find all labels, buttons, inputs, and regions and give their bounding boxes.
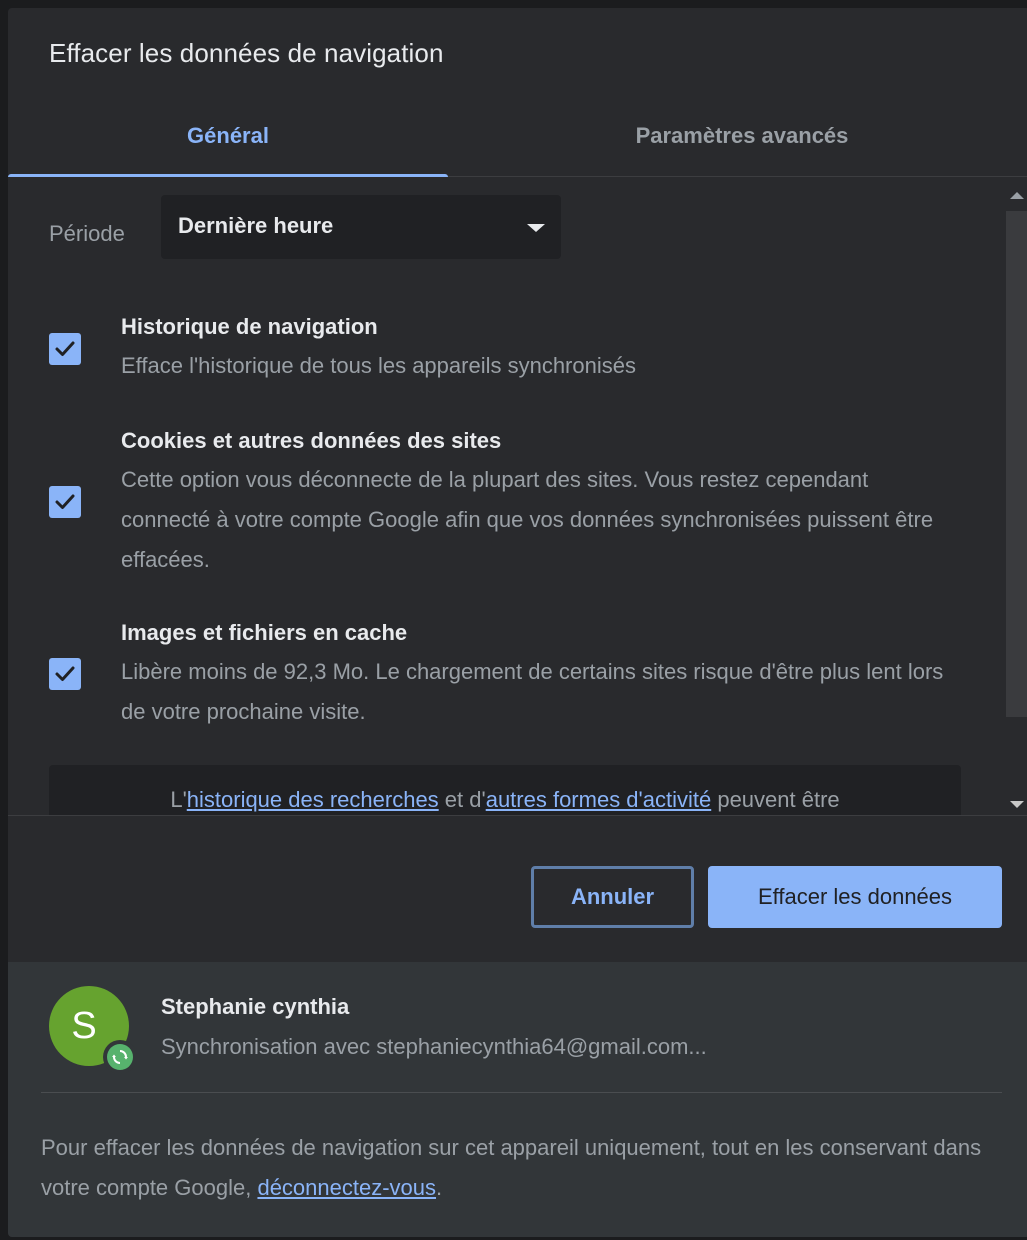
info-text: L'historique des recherches et d'autres … — [49, 787, 961, 813]
other-activity-link[interactable]: autres formes d'activité — [486, 787, 712, 812]
tab-bar: Général Paramètres avancés — [8, 110, 1027, 177]
option-description: Efface l'historique de tous les appareil… — [121, 353, 636, 378]
options-scroll-area[interactable]: Période Dernière heure Historique de nav… — [8, 177, 1027, 816]
cancel-button[interactable]: Annuler — [531, 866, 694, 928]
info-middle: et d' — [438, 787, 486, 812]
period-value: Dernière heure — [178, 213, 334, 238]
scroll-down-arrow-icon[interactable] — [1010, 801, 1024, 808]
sign-out-note-suffix: . — [436, 1175, 443, 1200]
search-activity-info-box: L'historique des recherches et d'autres … — [49, 765, 961, 815]
scrollbar-thumb[interactable] — [1006, 211, 1027, 717]
search-history-link[interactable]: historique des recherches — [187, 787, 439, 812]
option-description: Libère moins de 92,3 Mo. Le chargement d… — [121, 659, 944, 724]
option-description: Cette option vous déconnecte de la plupa… — [121, 467, 934, 572]
period-label: Période — [49, 221, 125, 246]
sync-status-text: Synchronisation avec stephaniecynthia64@… — [161, 1034, 707, 1059]
scroll-up-arrow-icon[interactable] — [1010, 192, 1024, 199]
info-prefix: L' — [170, 787, 187, 812]
clear-data-button[interactable]: Effacer les données — [708, 866, 1002, 928]
option-title: Historique de navigation — [121, 314, 378, 339]
footer-divider — [41, 1092, 1002, 1093]
checkmark-icon — [55, 494, 75, 509]
sync-badge — [103, 1040, 137, 1074]
tab-general[interactable]: Général — [8, 110, 448, 176]
period-dropdown[interactable]: Dernière heure — [161, 195, 561, 259]
checkmark-icon — [55, 666, 75, 681]
avatar: S — [49, 986, 137, 1074]
account-footer: S Stephanie cynthia Synchronisation avec… — [8, 962, 1027, 1237]
sign-out-link[interactable]: déconnectez-vous — [257, 1175, 436, 1200]
checkmark-icon — [55, 341, 75, 356]
vertical-scrollbar[interactable] — [1004, 177, 1027, 815]
user-name: Stephanie cynthia — [161, 994, 350, 1019]
info-suffix: peuvent être — [711, 787, 840, 812]
cookies-checkbox[interactable] — [49, 486, 81, 518]
option-title: Images et fichiers en cache — [121, 620, 408, 645]
sign-out-note: Pour effacer les données de navigation s… — [41, 1128, 1001, 1208]
option-title: Cookies et autres données des sites — [121, 428, 502, 453]
tab-advanced-settings[interactable]: Paramètres avancés — [482, 110, 1002, 176]
sync-icon — [107, 1044, 133, 1070]
browsing-history-checkbox[interactable] — [49, 333, 81, 365]
dropdown-arrow-icon — [527, 224, 545, 232]
sign-out-note-text: Pour effacer les données de navigation s… — [41, 1135, 982, 1200]
dialog-title: Effacer les données de navigation — [49, 38, 444, 68]
clear-browsing-data-dialog: Effacer les données de navigation Généra… — [8, 8, 1027, 1237]
cached-images-checkbox[interactable] — [49, 658, 81, 690]
